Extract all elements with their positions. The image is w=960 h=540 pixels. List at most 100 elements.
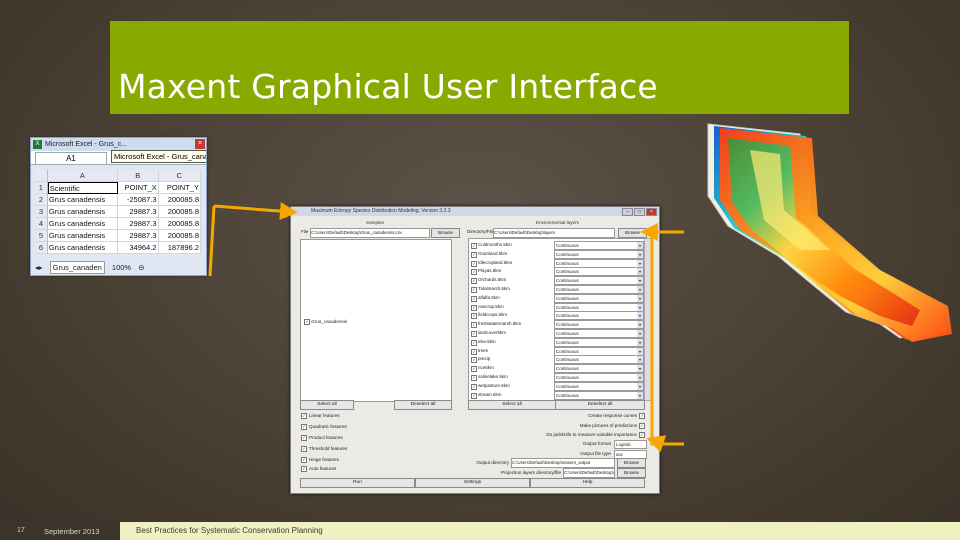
env-layer-row[interactable]: ✓ Idlecropland.5km Continuous ▾: [469, 258, 644, 268]
env-layer-row[interactable]: ✓ trees Continuous ▾: [469, 346, 644, 356]
chevron-down-icon[interactable]: ▾: [637, 268, 643, 276]
env-layer-type-select[interactable]: Continuous ▾: [554, 258, 644, 268]
auto-features-option[interactable]: ✓ Auto features: [301, 466, 336, 472]
env-layer-row[interactable]: ✓ precip Continuous ▾: [469, 355, 644, 365]
checkbox[interactable]: ✓: [301, 457, 307, 463]
env-layer-type-select[interactable]: Continuous ▾: [554, 390, 644, 400]
env-layer-type-select[interactable]: Continuous ▾: [554, 249, 644, 259]
excel-row-header[interactable]: 3: [35, 206, 48, 218]
excel-zoom[interactable]: 100%: [112, 262, 131, 273]
excel-cell[interactable]: 200085.8: [158, 230, 201, 242]
env-layer-checkbox[interactable]: ✓: [471, 348, 477, 355]
chevron-down-icon[interactable]: ▾: [637, 242, 643, 249]
excel-row-header[interactable]: 4: [35, 218, 48, 230]
checkbox[interactable]: ✓: [301, 424, 307, 430]
excel-cell[interactable]: Grus canadensis: [47, 194, 118, 206]
excel-cell[interactable]: Grus canadensis: [47, 218, 118, 230]
env-layer-type-select[interactable]: Continuous ▾: [554, 267, 644, 277]
chevron-down-icon[interactable]: ▾: [637, 312, 643, 320]
product-features-option[interactable]: ✓ Product features: [301, 435, 343, 441]
env-layer-row[interactable]: ✓ stream.5km Continuous ▾: [469, 390, 644, 400]
output-directory-input[interactable]: C:\Users\Default\Desktop\maxent_output: [511, 458, 615, 468]
linear-features-option[interactable]: ✓ Linear features: [301, 413, 340, 419]
env-layer-row[interactable]: ✓ fieldcrops.5km Continuous ▾: [469, 311, 644, 321]
env-layer-row[interactable]: ✓ Playas.5km Continuous ▾: [469, 267, 644, 277]
samples-browse-button[interactable]: Browse: [431, 228, 460, 238]
env-layer-checkbox[interactable]: ✓: [471, 313, 477, 320]
chevron-down-icon[interactable]: ▾: [637, 391, 643, 399]
excel-row-header[interactable]: 2: [35, 194, 48, 206]
env-layer-row[interactable]: ✓ rice5km Continuous ▾: [469, 364, 644, 374]
env-layer-checkbox[interactable]: ✓: [471, 366, 477, 373]
chevron-down-icon[interactable]: ▾: [637, 338, 643, 346]
env-layer-type-select[interactable]: Continuous ▾: [554, 346, 644, 356]
excel-cell[interactable]: 34964.2: [117, 242, 159, 254]
chevron-down-icon[interactable]: ▾: [637, 250, 643, 258]
env-layer-checkbox[interactable]: ✓: [471, 243, 477, 249]
layers-directory-input[interactable]: C:\Users\Default\Desktop\layers: [493, 228, 615, 238]
excel-row-header[interactable]: 1: [35, 182, 48, 194]
output-browse-button[interactable]: Browse: [617, 458, 646, 468]
excel-cell[interactable]: Grus canadensis: [47, 230, 118, 242]
excel-column-header[interactable]: C: [158, 170, 201, 182]
chevron-down-icon[interactable]: ▾: [637, 321, 643, 329]
env-layer-row[interactable]: ✓ elev.5km Continuous ▾: [469, 337, 644, 347]
excel-cell[interactable]: Scientific: [47, 182, 119, 194]
env-layer-checkbox[interactable]: ✓: [471, 322, 477, 329]
excel-cell[interactable]: POINT_Y: [158, 182, 201, 194]
env-layer-type-select[interactable]: Continuous ▾: [554, 373, 644, 382]
env-layer-type-select[interactable]: Continuous ▾: [554, 285, 644, 294]
checkbox[interactable]: ✓: [639, 413, 645, 419]
checkbox[interactable]: ✓: [301, 446, 307, 452]
species-item[interactable]: ✓ Grus_canadensis: [304, 319, 347, 325]
make-pictures-option[interactable]: Make pictures of predictions ✓: [580, 423, 645, 429]
checkbox[interactable]: ✓: [301, 413, 307, 419]
hinge-features-option[interactable]: ✓ Hinge features: [301, 457, 339, 463]
excel-name-box[interactable]: A1: [35, 152, 107, 165]
chevron-down-icon[interactable]: ▾: [637, 330, 643, 337]
chevron-down-icon[interactable]: ▾: [637, 277, 643, 285]
env-layer-checkbox[interactable]: ✓: [471, 269, 477, 276]
samples-file-input[interactable]: C:\Users\Default\Desktop\Grus_canadensis…: [310, 228, 430, 238]
chevron-down-icon[interactable]: ▾: [637, 286, 643, 293]
excel-cell[interactable]: POINT_X: [118, 182, 159, 194]
maximize-icon[interactable]: □: [634, 208, 645, 216]
checkbox[interactable]: ✓: [301, 466, 307, 472]
run-button[interactable]: Run: [300, 478, 415, 488]
excel-cell[interactable]: 29887.3: [117, 206, 159, 218]
jackknife-option[interactable]: Do jackknife to measure variable importa…: [546, 432, 645, 438]
env-layer-row[interactable]: ✓ landcover5km Continuous ▾: [469, 329, 644, 338]
settings-button[interactable]: Settings: [415, 478, 530, 488]
checkbox[interactable]: ✓: [639, 423, 645, 429]
threshold-features-option[interactable]: ✓ Threshold features: [301, 446, 347, 452]
excel-row-header[interactable]: 5: [35, 230, 48, 242]
env-layer-row[interactable]: ✓ Tidalmarsh.5km Continuous ▾: [469, 285, 644, 294]
excel-cell[interactable]: Grus canadensis: [47, 206, 118, 218]
excel-cell[interactable]: 29887.3: [117, 218, 159, 230]
checkbox[interactable]: ✓: [301, 435, 307, 441]
chevron-down-icon[interactable]: ▾: [637, 365, 643, 373]
close-icon[interactable]: ×: [646, 208, 657, 216]
env-layer-type-select[interactable]: Continuous ▾: [554, 381, 644, 391]
excel-cell[interactable]: 29887.3: [117, 230, 159, 242]
chevron-down-icon[interactable]: ▾: [637, 294, 643, 302]
response-curves-option[interactable]: Create response curves ✓: [588, 413, 645, 419]
env-layer-checkbox[interactable]: ✓: [471, 260, 477, 267]
env-layer-type-select[interactable]: Continuous ▾: [554, 329, 644, 338]
chevron-down-icon[interactable]: ▾: [637, 303, 643, 311]
env-select-all-button[interactable]: Select all: [468, 400, 556, 410]
checkbox[interactable]: ✓: [639, 432, 645, 438]
env-layer-checkbox[interactable]: ✓: [471, 295, 477, 302]
env-layer-row[interactable]: ✓ freshwatermarsh.5km Continuous ▾: [469, 320, 644, 330]
env-layer-checkbox[interactable]: ✓: [471, 287, 477, 293]
env-layer-type-select[interactable]: Continuous ▾: [554, 241, 644, 250]
quadratic-features-option[interactable]: ✓ Quadratic features: [301, 424, 347, 430]
help-button[interactable]: Help: [530, 478, 645, 488]
env-layers-scrollbar[interactable]: [644, 238, 652, 401]
excel-cell[interactable]: Grus canadensis: [47, 242, 118, 254]
env-layer-row[interactable]: ✓ rowcrop.5km Continuous ▾: [469, 302, 644, 312]
env-layer-row[interactable]: ✓ alfalfa.5km Continuous ▾: [469, 293, 644, 303]
env-deselect-all-button[interactable]: Deselect all: [555, 400, 645, 410]
env-layer-checkbox[interactable]: ✓: [471, 357, 477, 364]
env-layer-checkbox[interactable]: ✓: [471, 375, 477, 381]
